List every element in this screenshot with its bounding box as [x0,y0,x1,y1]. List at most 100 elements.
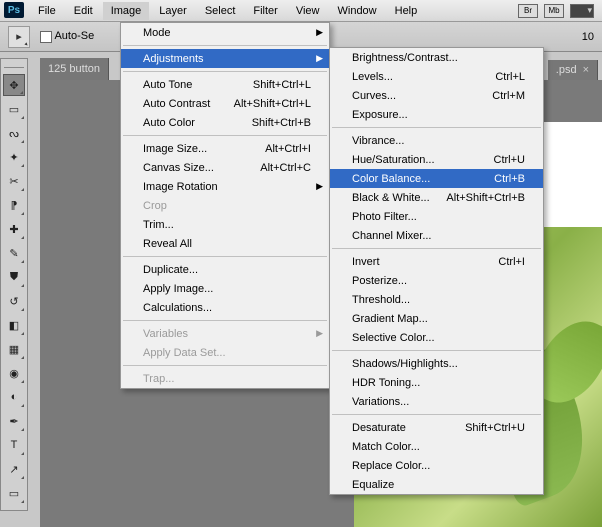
menuitem-label: Variables [143,328,188,340]
menuitem-desaturate[interactable]: DesaturateShift+Ctrl+U [330,418,543,437]
menuitem-auto-color[interactable]: Auto ColorShift+Ctrl+B [121,113,329,132]
shortcut-label: Alt+Shift+Ctrl+B [446,192,525,204]
menuitem-trim[interactable]: Trim... [121,215,329,234]
menuitem-match-color[interactable]: Match Color... [330,437,543,456]
menu-window[interactable]: Window [330,2,385,20]
stamp-tool[interactable]: ⛊ [3,266,25,288]
tool-preset-icon[interactable] [8,26,30,48]
menuitem-hue-saturation[interactable]: Hue/Saturation...Ctrl+U [330,150,543,169]
menuitem-channel-mixer[interactable]: Channel Mixer... [330,226,543,245]
menuitem-label: Threshold... [352,294,410,306]
menuitem-brightness-contrast[interactable]: Brightness/Contrast... [330,48,543,67]
document-tab[interactable]: 125 button [40,58,109,80]
tab-label: .psd [556,64,577,76]
menu-help[interactable]: Help [387,2,426,20]
menu-edit[interactable]: Edit [66,2,101,20]
menuitem-hdr-toning[interactable]: HDR Toning... [330,373,543,392]
menuitem-apply-image[interactable]: Apply Image... [121,279,329,298]
menuitem-image-rotation[interactable]: Image Rotation▶ [121,177,329,196]
menuitem-label: Posterize... [352,275,407,287]
screen-mode-dropdown[interactable] [570,4,594,18]
shortcut-label: Shift+Ctrl+B [252,117,311,129]
brush-tool[interactable]: ✎ [3,242,25,264]
menuitem-label: Trim... [143,219,174,231]
menuitem-shadows-highlights[interactable]: Shadows/Highlights... [330,354,543,373]
menuitem-curves[interactable]: Curves...Ctrl+M [330,86,543,105]
menuitem-selective-color[interactable]: Selective Color... [330,328,543,347]
menuitem-trap: Trap... [121,369,329,388]
crop-tool[interactable]: ✂ [3,170,25,192]
menuitem-label: Color Balance... [352,173,430,185]
auto-select-checkbox[interactable]: Auto-Se [40,30,94,42]
menuitem-auto-tone[interactable]: Auto ToneShift+Ctrl+L [121,75,329,94]
blur-tool[interactable]: ◉ [3,362,25,384]
menuitem-equalize[interactable]: Equalize [330,475,543,494]
menu-file[interactable]: File [30,2,64,20]
menuitem-label: Trap... [143,373,174,385]
menuitem-photo-filter[interactable]: Photo Filter... [330,207,543,226]
menuitem-color-balance[interactable]: Color Balance...Ctrl+B [330,169,543,188]
menu-select[interactable]: Select [197,2,244,20]
marquee-tool[interactable]: ▭ [3,98,25,120]
menuitem-adjustments[interactable]: Adjustments▶ [121,49,329,68]
menuitem-black-white[interactable]: Black & White...Alt+Shift+Ctrl+B [330,188,543,207]
menu-filter[interactable]: Filter [245,2,285,20]
heal-tool[interactable]: ✚ [3,218,25,240]
menuitem-image-size[interactable]: Image Size...Alt+Ctrl+I [121,139,329,158]
eraser-tool[interactable]: ◧ [3,314,25,336]
move-tool[interactable]: ✥ [3,74,25,96]
menuitem-label: Levels... [352,71,393,83]
shortcut-label: Ctrl+I [498,256,525,268]
menuitem-threshold[interactable]: Threshold... [330,290,543,309]
menu-image[interactable]: Image [103,2,150,20]
menuitem-reveal-all[interactable]: Reveal All [121,234,329,253]
adjustments-submenu: Brightness/Contrast...Levels...Ctrl+LCur… [329,47,544,495]
menu-layer[interactable]: Layer [151,2,195,20]
menuitem-gradient-map[interactable]: Gradient Map... [330,309,543,328]
type-tool[interactable]: T [3,434,25,456]
dodge-tool[interactable]: ◐ [3,386,25,408]
menubar: Ps FileEditImageLayerSelectFilterViewWin… [0,0,602,22]
menuitem-label: Image Size... [143,143,207,155]
document-tab[interactable]: .psd × [548,60,598,80]
menuitem-label: Hue/Saturation... [352,154,435,166]
lasso-tool[interactable]: ᔓ [3,122,25,144]
menuitem-invert[interactable]: Invert Ctrl+I [330,252,543,271]
menuitem-vibrance[interactable]: Vibrance... [330,131,543,150]
menuitem-levels[interactable]: Levels...Ctrl+L [330,67,543,86]
eyedrop-tool[interactable]: ⁋ [3,194,25,216]
close-icon[interactable]: × [583,64,589,76]
toolbox: ✥▭ᔓ✦✂⁋✚✎⛊↺◧▦◉◐✒T↗▭ [0,58,28,511]
menuitem-duplicate[interactable]: Duplicate... [121,260,329,279]
menuitem-label: Selective Color... [352,332,435,344]
menuitem-calculations[interactable]: Calculations... [121,298,329,317]
wand-tool[interactable]: ✦ [3,146,25,168]
checkbox-label: Auto-Se [54,30,94,42]
minibridge-button[interactable]: Mb [544,4,564,18]
menuitem-label: Invert [352,256,380,268]
menuitem-exposure[interactable]: Exposure... [330,105,543,124]
menuitem-auto-contrast[interactable]: Auto ContrastAlt+Shift+Ctrl+L [121,94,329,113]
menuitem-replace-color[interactable]: Replace Color... [330,456,543,475]
menuitem-canvas-size[interactable]: Canvas Size...Alt+Ctrl+C [121,158,329,177]
menuitem-posterize[interactable]: Posterize... [330,271,543,290]
menu-view[interactable]: View [288,2,328,20]
menuitem-variations[interactable]: Variations... [330,392,543,411]
menuitem-mode[interactable]: Mode▶ [121,23,329,42]
gradient-tool[interactable]: ▦ [3,338,25,360]
submenu-arrow-icon: ▶ [316,328,323,339]
submenu-arrow-icon: ▶ [316,53,323,64]
shortcut-label: Shift+Ctrl+U [465,422,525,434]
path-tool[interactable]: ↗ [3,458,25,480]
menuitem-label: Apply Data Set... [143,347,226,359]
pen-tool[interactable]: ✒ [3,410,25,432]
menuitem-label: Curves... [352,90,396,102]
document-tabs: 125 button [40,58,109,80]
ps-logo: Ps [4,2,24,18]
history-tool[interactable]: ↺ [3,290,25,312]
shape-tool[interactable]: ▭ [3,482,25,504]
menuitem-label: Auto Tone [143,79,192,91]
bridge-button[interactable]: Br [518,4,538,18]
shortcut-label: Alt+Ctrl+C [260,162,311,174]
menuitem-apply-data-set: Apply Data Set... [121,343,329,362]
